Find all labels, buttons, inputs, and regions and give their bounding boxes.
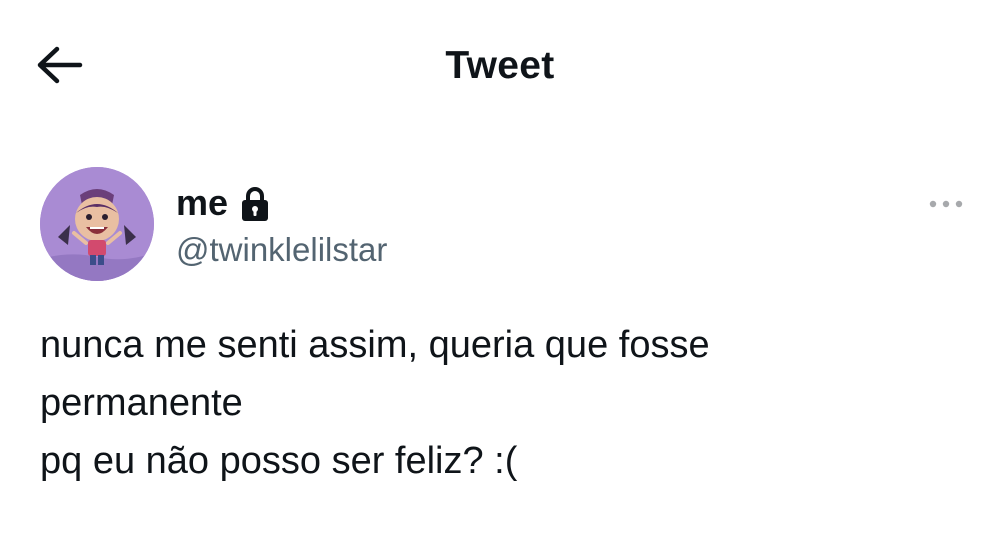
- user-handle[interactable]: @twinklelilstar: [176, 228, 387, 272]
- lock-icon: [240, 186, 270, 222]
- display-name[interactable]: me: [176, 178, 228, 228]
- tweet-line: pq eu não posso ser feliz? :(: [40, 440, 518, 482]
- tweet-line: permanente: [40, 382, 243, 424]
- author-name-row[interactable]: me: [176, 178, 270, 228]
- ellipsis-icon: [929, 200, 963, 208]
- tweet-line: nunca me senti assim, queria que fosse: [40, 324, 710, 366]
- cartoon-avatar: [40, 167, 154, 281]
- more-options-button[interactable]: [924, 188, 968, 220]
- tweet-text: nunca me senti assim, queria que fosse p…: [40, 316, 960, 490]
- page-title: Tweet: [445, 44, 555, 87]
- avatar[interactable]: [40, 167, 154, 281]
- top-bar: Tweet: [0, 0, 1000, 130]
